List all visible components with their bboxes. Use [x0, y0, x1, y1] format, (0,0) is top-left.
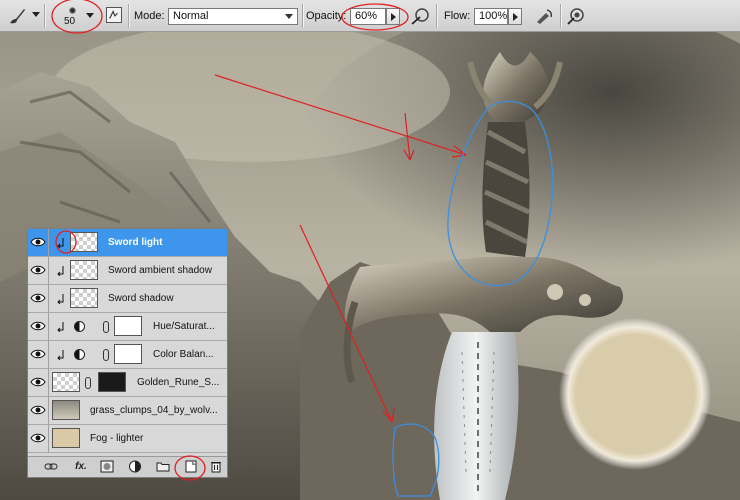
- separator: [560, 4, 562, 28]
- divider: [48, 369, 49, 396]
- visibility-eye-icon[interactable]: [30, 403, 46, 417]
- divider: [48, 425, 49, 452]
- clipping-mask-icon: [57, 266, 64, 276]
- mask-icon[interactable]: [100, 460, 114, 473]
- brush-tip-icon: [69, 7, 76, 14]
- mode-label: Mode:: [134, 10, 165, 22]
- layer-row-sword-light[interactable]: Sword light: [28, 229, 227, 257]
- brush-picker-dropdown-icon[interactable]: [86, 13, 94, 18]
- toggle-brush-panel-icon[interactable]: [106, 7, 122, 23]
- clipping-mask-icon: [57, 294, 64, 304]
- layer-mask-thumbnail[interactable]: [114, 316, 142, 336]
- opacity-field[interactable]: 60%: [350, 8, 386, 25]
- visibility-eye-icon[interactable]: [30, 375, 46, 389]
- tool-preset-dropdown-icon[interactable]: [32, 12, 40, 17]
- blend-mode-select[interactable]: Normal: [168, 8, 298, 25]
- layer-thumbnail: [52, 372, 80, 392]
- divider: [48, 341, 49, 368]
- layer-thumbnail: [70, 288, 98, 308]
- link-icon[interactable]: [44, 460, 58, 473]
- layer-row-sword-ambient-shadow[interactable]: Sword ambient shadow: [28, 257, 227, 285]
- separator: [436, 4, 438, 28]
- layer-row-hue-saturation[interactable]: Hue/Saturat...: [28, 313, 227, 341]
- layer-thumbnail: [70, 232, 98, 252]
- separator: [44, 4, 46, 28]
- layer-mask-thumbnail[interactable]: [114, 344, 142, 364]
- layer-name: Sword light: [108, 237, 163, 248]
- visibility-eye-icon[interactable]: [30, 263, 46, 277]
- layer-row-golden-rune[interactable]: Golden_Rune_S...: [28, 369, 227, 397]
- clipping-mask-icon: [57, 238, 64, 248]
- layer-row-color-balance[interactable]: Color Balan...: [28, 341, 227, 369]
- visibility-eye-icon[interactable]: [30, 235, 46, 249]
- flow-label: Flow:: [444, 10, 471, 22]
- brush-icon[interactable]: [6, 6, 28, 26]
- layer-thumbnail: [52, 428, 80, 448]
- opacity-label: Opacity:: [306, 10, 347, 22]
- trash-icon[interactable]: [209, 460, 223, 473]
- brush-size-value: 50: [64, 16, 76, 27]
- new-layer-icon[interactable]: [184, 460, 198, 473]
- flow-field[interactable]: 100%: [474, 8, 508, 25]
- visibility-eye-icon[interactable]: [30, 347, 46, 361]
- visibility-eye-icon[interactable]: [30, 319, 46, 333]
- layer-thumbnail: [70, 260, 98, 280]
- link-icon[interactable]: [103, 349, 109, 361]
- layer-name: Sword shadow: [108, 293, 174, 304]
- layers-panel: Sword light Sword ambient shadow Sword s…: [27, 228, 228, 478]
- layer-name: Color Balan...: [153, 349, 214, 360]
- layer-row-grass-clumps[interactable]: grass_clumps_04_by_wolv...: [28, 397, 227, 425]
- tablet-pressure-icon[interactable]: [566, 7, 586, 25]
- divider: [48, 313, 49, 340]
- blend-mode-value: Normal: [173, 10, 209, 22]
- tablet-pressure-opacity-icon[interactable]: [410, 7, 430, 25]
- layer-mask-thumbnail[interactable]: [98, 372, 126, 392]
- divider: [48, 285, 49, 312]
- visibility-eye-icon[interactable]: [30, 291, 46, 305]
- adjustment-icon[interactable]: [128, 460, 142, 473]
- layer-name: Hue/Saturat...: [153, 321, 215, 332]
- separator: [302, 4, 304, 28]
- link-icon[interactable]: [103, 321, 109, 333]
- fx-icon[interactable]: fx.: [72, 460, 90, 473]
- layer-name: Golden_Rune_S...: [137, 377, 220, 388]
- clipping-mask-icon: [57, 350, 64, 360]
- options-bar: 50 Mode: Normal Opacity: 60% Flow: 100%: [0, 0, 740, 32]
- layer-row-sword-shadow[interactable]: Sword shadow: [28, 285, 227, 313]
- layer-name: Fog - lighter: [90, 433, 144, 444]
- divider: [48, 257, 49, 284]
- opacity-slider-button[interactable]: [386, 8, 400, 25]
- folder-icon[interactable]: [156, 460, 170, 473]
- clipping-mask-icon: [57, 322, 64, 332]
- airbrush-icon[interactable]: [534, 7, 554, 25]
- flow-slider-button[interactable]: [508, 8, 522, 25]
- separator: [128, 4, 130, 28]
- adjustment-layer-icon: [74, 321, 85, 332]
- chevron-down-icon: [285, 14, 293, 19]
- divider: [48, 397, 49, 424]
- layer-thumbnail: [52, 400, 80, 420]
- visibility-eye-icon[interactable]: [30, 431, 46, 445]
- divider: [48, 229, 49, 256]
- adjustment-layer-icon: [74, 349, 85, 360]
- layer-name: grass_clumps_04_by_wolv...: [90, 405, 218, 416]
- layer-name: Sword ambient shadow: [108, 265, 212, 276]
- link-icon[interactable]: [85, 377, 91, 389]
- layers-panel-footer: fx.: [28, 456, 227, 477]
- layer-row-fog-lighter[interactable]: Fog - lighter: [28, 425, 227, 453]
